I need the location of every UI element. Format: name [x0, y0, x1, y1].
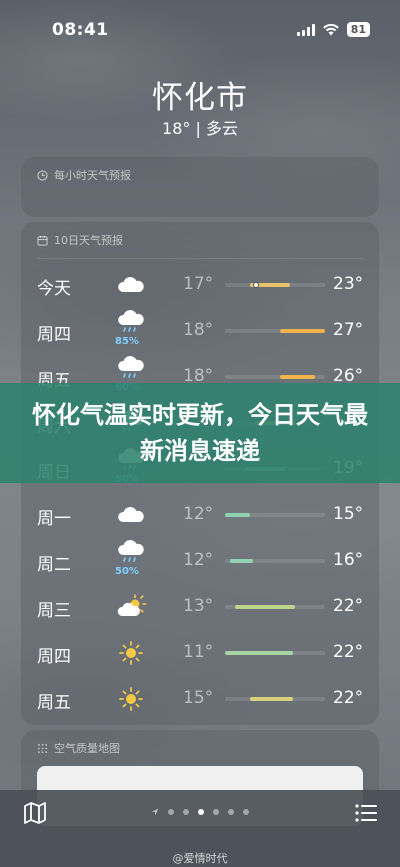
precip-chance: 85% — [115, 336, 139, 347]
low-temp: 17° — [183, 274, 214, 294]
forecast-row[interactable]: 今天 17° 23° — [21, 262, 379, 308]
watermark: @爱情时代 — [172, 852, 228, 865]
high-temp: 15° — [333, 504, 364, 524]
status-time: 08:41 — [52, 20, 109, 40]
page-indicator[interactable] — [0, 808, 400, 816]
high-temp: 27° — [333, 320, 364, 340]
temp-range-fill — [280, 375, 315, 379]
temp-range-bar — [225, 651, 325, 655]
high-temp: 22° — [333, 688, 364, 708]
clock-icon — [37, 169, 48, 181]
headline-banner: 怀化气温实时更新，今日天气最新消息速递 — [0, 383, 400, 483]
high-temp: 23° — [333, 274, 364, 294]
forecast-row[interactable]: 周一 12° 15° — [21, 492, 379, 538]
temp-range-fill — [250, 697, 293, 701]
page-dot[interactable] — [168, 809, 174, 815]
low-temp: 12° — [183, 504, 214, 524]
forecast-day: 周一 — [37, 509, 71, 529]
forecast-day: 周五 — [37, 693, 71, 713]
calendar-icon — [37, 235, 48, 246]
forecast-day: 周三 — [37, 601, 71, 621]
high-temp: 22° — [333, 642, 364, 662]
low-temp: 18° — [183, 320, 214, 340]
temp-range-fill — [225, 651, 293, 655]
current-condition: 18° | 多云 — [162, 119, 238, 138]
temp-range-bar — [225, 605, 325, 609]
page-dot-active[interactable] — [198, 809, 204, 815]
precip-chance: 50% — [115, 566, 139, 577]
air-quality-icon — [37, 743, 48, 753]
page-dot[interactable] — [213, 809, 219, 815]
aqi-card-title: 空气质量地图 — [54, 742, 120, 755]
low-temp: 15° — [183, 688, 214, 708]
page-dot[interactable] — [243, 809, 249, 815]
temp-range-bar — [225, 697, 325, 701]
list-icon[interactable] — [354, 802, 378, 824]
location-arrow-icon — [151, 808, 159, 816]
high-temp: 22° — [333, 596, 364, 616]
signal-icon — [296, 23, 315, 36]
daily-card-title: 10日天气预报 — [54, 234, 123, 247]
headline-text: 怀化气温实时更新，今日天气最新消息速递 — [32, 401, 368, 465]
forecast-row[interactable]: 周二 50% 12° 16° — [21, 538, 379, 584]
status-bar: 08:41 81 — [0, 0, 400, 60]
high-temp: 16° — [333, 550, 364, 570]
city-name: 怀化市 — [152, 80, 248, 116]
temp-range-fill — [225, 513, 250, 517]
page-dot[interactable] — [183, 809, 189, 815]
wifi-icon — [322, 23, 339, 35]
forecast-row[interactable]: 周四 11° 22° — [21, 630, 379, 676]
low-temp: 12° — [183, 550, 214, 570]
temp-range-bar — [225, 559, 325, 563]
temp-range-bar — [225, 282, 325, 288]
temp-range-fill — [280, 329, 325, 333]
hourly-card-title: 每小时天气预报 — [54, 169, 131, 182]
sun-icon — [113, 686, 149, 728]
forecast-row[interactable]: 周四 85% 18° 27° — [21, 308, 379, 354]
low-temp: 11° — [183, 642, 214, 662]
current-temp-marker — [253, 282, 259, 288]
forecast-day: 周四 — [37, 647, 71, 667]
forecast-row[interactable]: 周三 13° 22° — [21, 584, 379, 630]
temp-range-bar — [225, 375, 325, 379]
forecast-row[interactable]: 周五 15° 22° — [21, 676, 379, 722]
temp-range-fill — [235, 605, 295, 609]
forecast-day: 周二 — [37, 555, 71, 575]
forecast-day: 周四 — [37, 325, 71, 345]
forecast-day: 今天 — [37, 279, 71, 299]
battery-icon: 81 — [346, 22, 370, 37]
hourly-forecast-card[interactable]: 每小时天气预报 — [21, 157, 379, 217]
page-dot[interactable] — [228, 809, 234, 815]
low-temp: 13° — [183, 596, 214, 616]
status-icons: 81 — [296, 22, 370, 37]
temp-range-bar — [225, 513, 325, 517]
temp-range-bar — [225, 329, 325, 333]
temp-range-fill — [230, 559, 253, 563]
